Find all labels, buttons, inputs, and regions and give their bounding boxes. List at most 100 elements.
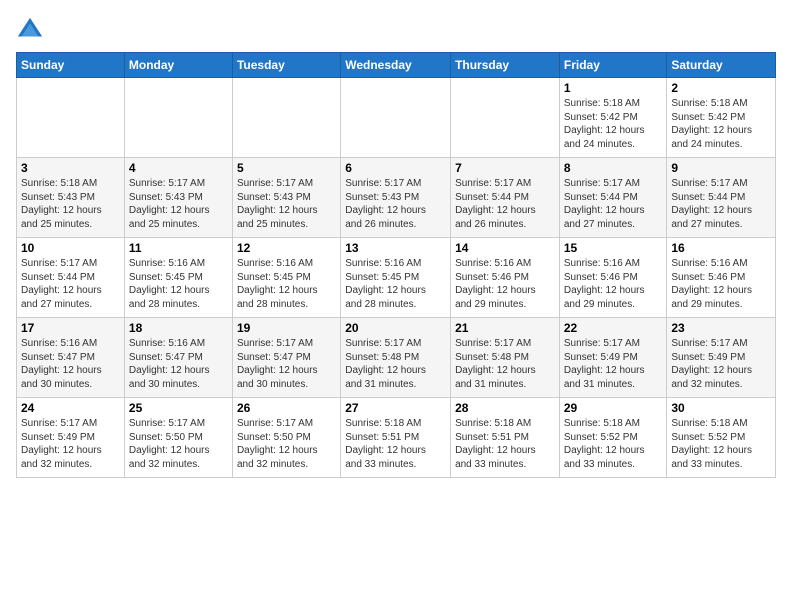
day-cell: 20 Sunrise: 5:17 AM Sunset: 5:48 PM Dayli… bbox=[341, 318, 451, 398]
day-info: Sunrise: 5:17 AM Sunset: 5:49 PM Dayligh… bbox=[564, 337, 663, 391]
day-number: 17 bbox=[21, 321, 120, 335]
day-info: Sunrise: 5:17 AM Sunset: 5:49 PM Dayligh… bbox=[21, 417, 120, 471]
day-cell: 11 Sunrise: 5:16 AM Sunset: 5:45 PM Dayli… bbox=[124, 238, 232, 318]
day-cell: 29Sunrise: 5:18 AM Sunset: 5:52 PM Dayli… bbox=[559, 398, 667, 478]
weekday-friday: Friday bbox=[559, 53, 667, 78]
day-cell: 19Sunrise: 5:17 AM Sunset: 5:47 PM Dayli… bbox=[232, 318, 340, 398]
day-number: 14 bbox=[455, 241, 555, 255]
day-info: Sunrise: 5:17 AM Sunset: 5:44 PM Dayligh… bbox=[671, 177, 771, 231]
day-number: 20 bbox=[345, 321, 446, 335]
day-cell: 28 Sunrise: 5:18 AM Sunset: 5:51 PM Dayli… bbox=[451, 398, 560, 478]
day-number: 5 bbox=[237, 161, 336, 175]
day-number: 2 bbox=[671, 81, 771, 95]
day-cell: 22 Sunrise: 5:17 AM Sunset: 5:49 PM Dayli… bbox=[559, 318, 667, 398]
day-cell bbox=[451, 78, 560, 158]
week-row-4: 17 Sunrise: 5:16 AM Sunset: 5:47 PM Dayli… bbox=[17, 318, 776, 398]
day-cell: 27 Sunrise: 5:18 AM Sunset: 5:51 PM Dayli… bbox=[341, 398, 451, 478]
day-info: Sunrise: 5:17 AM Sunset: 5:43 PM Dayligh… bbox=[345, 177, 446, 231]
page-container: SundayMondayTuesdayWednesdayThursdayFrid… bbox=[0, 0, 792, 486]
day-number: 24 bbox=[21, 401, 120, 415]
day-cell: 1 Sunrise: 5:18 AM Sunset: 5:42 PM Daylig… bbox=[559, 78, 667, 158]
day-number: 4 bbox=[129, 161, 228, 175]
day-number: 27 bbox=[345, 401, 446, 415]
day-number: 18 bbox=[129, 321, 228, 335]
day-number: 13 bbox=[345, 241, 446, 255]
day-info: Sunrise: 5:17 AM Sunset: 5:48 PM Dayligh… bbox=[345, 337, 446, 391]
day-number: 28 bbox=[455, 401, 555, 415]
day-info: Sunrise: 5:17 AM Sunset: 5:43 PM Dayligh… bbox=[129, 177, 228, 231]
day-cell bbox=[124, 78, 232, 158]
day-info: Sunrise: 5:18 AM Sunset: 5:51 PM Dayligh… bbox=[345, 417, 446, 471]
day-number: 7 bbox=[455, 161, 555, 175]
day-info: Sunrise: 5:17 AM Sunset: 5:50 PM Dayligh… bbox=[129, 417, 228, 471]
day-info: Sunrise: 5:17 AM Sunset: 5:44 PM Dayligh… bbox=[455, 177, 555, 231]
day-number: 16 bbox=[671, 241, 771, 255]
day-number: 22 bbox=[564, 321, 663, 335]
day-cell: 26 Sunrise: 5:17 AM Sunset: 5:50 PM Dayli… bbox=[232, 398, 340, 478]
day-cell: 21 Sunrise: 5:17 AM Sunset: 5:48 PM Dayli… bbox=[451, 318, 560, 398]
day-cell: 15 Sunrise: 5:16 AM Sunset: 5:46 PM Dayli… bbox=[559, 238, 667, 318]
weekday-tuesday: Tuesday bbox=[232, 53, 340, 78]
day-info: Sunrise: 5:17 AM Sunset: 5:44 PM Dayligh… bbox=[564, 177, 663, 231]
day-info: Sunrise: 5:18 AM Sunset: 5:42 PM Dayligh… bbox=[671, 97, 771, 151]
day-info: Sunrise: 5:17 AM Sunset: 5:48 PM Dayligh… bbox=[455, 337, 555, 391]
day-number: 12 bbox=[237, 241, 336, 255]
day-cell: 7 Sunrise: 5:17 AM Sunset: 5:44 PM Daylig… bbox=[451, 158, 560, 238]
header bbox=[16, 16, 776, 44]
day-cell: 14 Sunrise: 5:16 AM Sunset: 5:46 PM Dayli… bbox=[451, 238, 560, 318]
day-cell: 13Sunrise: 5:16 AM Sunset: 5:45 PM Dayli… bbox=[341, 238, 451, 318]
day-info: Sunrise: 5:18 AM Sunset: 5:43 PM Dayligh… bbox=[21, 177, 120, 231]
day-cell bbox=[341, 78, 451, 158]
day-cell: 4 Sunrise: 5:17 AM Sunset: 5:43 PM Daylig… bbox=[124, 158, 232, 238]
day-number: 25 bbox=[129, 401, 228, 415]
day-number: 6 bbox=[345, 161, 446, 175]
weekday-monday: Monday bbox=[124, 53, 232, 78]
day-cell: 18 Sunrise: 5:16 AM Sunset: 5:47 PM Dayli… bbox=[124, 318, 232, 398]
day-info: Sunrise: 5:18 AM Sunset: 5:52 PM Dayligh… bbox=[671, 417, 771, 471]
week-row-3: 10 Sunrise: 5:17 AM Sunset: 5:44 PM Dayli… bbox=[17, 238, 776, 318]
day-number: 15 bbox=[564, 241, 663, 255]
week-row-2: 3 Sunrise: 5:18 AM Sunset: 5:43 PM Daylig… bbox=[17, 158, 776, 238]
day-cell: 17 Sunrise: 5:16 AM Sunset: 5:47 PM Dayli… bbox=[17, 318, 125, 398]
day-number: 21 bbox=[455, 321, 555, 335]
day-cell: 5 Sunrise: 5:17 AM Sunset: 5:43 PM Daylig… bbox=[232, 158, 340, 238]
day-info: Sunrise: 5:18 AM Sunset: 5:42 PM Dayligh… bbox=[564, 97, 663, 151]
day-number: 11 bbox=[129, 241, 228, 255]
day-info: Sunrise: 5:16 AM Sunset: 5:46 PM Dayligh… bbox=[564, 257, 663, 311]
day-number: 1 bbox=[564, 81, 663, 95]
day-cell: 6 Sunrise: 5:17 AM Sunset: 5:43 PM Daylig… bbox=[341, 158, 451, 238]
day-number: 26 bbox=[237, 401, 336, 415]
day-cell: 9Sunrise: 5:17 AM Sunset: 5:44 PM Daylig… bbox=[667, 158, 776, 238]
day-info: Sunrise: 5:17 AM Sunset: 5:47 PM Dayligh… bbox=[237, 337, 336, 391]
day-info: Sunrise: 5:17 AM Sunset: 5:50 PM Dayligh… bbox=[237, 417, 336, 471]
day-cell: 16Sunrise: 5:16 AM Sunset: 5:46 PM Dayli… bbox=[667, 238, 776, 318]
day-number: 30 bbox=[671, 401, 771, 415]
day-info: Sunrise: 5:16 AM Sunset: 5:46 PM Dayligh… bbox=[455, 257, 555, 311]
day-number: 3 bbox=[21, 161, 120, 175]
weekday-header-row: SundayMondayTuesdayWednesdayThursdayFrid… bbox=[17, 53, 776, 78]
day-number: 10 bbox=[21, 241, 120, 255]
day-info: Sunrise: 5:17 AM Sunset: 5:49 PM Dayligh… bbox=[671, 337, 771, 391]
day-cell: 24 Sunrise: 5:17 AM Sunset: 5:49 PM Dayli… bbox=[17, 398, 125, 478]
day-cell: 3 Sunrise: 5:18 AM Sunset: 5:43 PM Daylig… bbox=[17, 158, 125, 238]
logo bbox=[16, 16, 48, 44]
day-info: Sunrise: 5:17 AM Sunset: 5:43 PM Dayligh… bbox=[237, 177, 336, 231]
weekday-wednesday: Wednesday bbox=[341, 53, 451, 78]
weekday-sunday: Sunday bbox=[17, 53, 125, 78]
day-info: Sunrise: 5:18 AM Sunset: 5:51 PM Dayligh… bbox=[455, 417, 555, 471]
day-cell bbox=[17, 78, 125, 158]
day-cell: 12 Sunrise: 5:16 AM Sunset: 5:45 PM Dayli… bbox=[232, 238, 340, 318]
day-number: 8 bbox=[564, 161, 663, 175]
day-info: Sunrise: 5:16 AM Sunset: 5:47 PM Dayligh… bbox=[129, 337, 228, 391]
weekday-saturday: Saturday bbox=[667, 53, 776, 78]
day-info: Sunrise: 5:16 AM Sunset: 5:47 PM Dayligh… bbox=[21, 337, 120, 391]
day-cell: 8 Sunrise: 5:17 AM Sunset: 5:44 PM Daylig… bbox=[559, 158, 667, 238]
day-cell: 10 Sunrise: 5:17 AM Sunset: 5:44 PM Dayli… bbox=[17, 238, 125, 318]
day-info: Sunrise: 5:16 AM Sunset: 5:45 PM Dayligh… bbox=[129, 257, 228, 311]
calendar: SundayMondayTuesdayWednesdayThursdayFrid… bbox=[16, 52, 776, 478]
day-info: Sunrise: 5:17 AM Sunset: 5:44 PM Dayligh… bbox=[21, 257, 120, 311]
day-number: 23 bbox=[671, 321, 771, 335]
day-info: Sunrise: 5:16 AM Sunset: 5:45 PM Dayligh… bbox=[237, 257, 336, 311]
weekday-thursday: Thursday bbox=[451, 53, 560, 78]
day-cell: 25 Sunrise: 5:17 AM Sunset: 5:50 PM Dayli… bbox=[124, 398, 232, 478]
